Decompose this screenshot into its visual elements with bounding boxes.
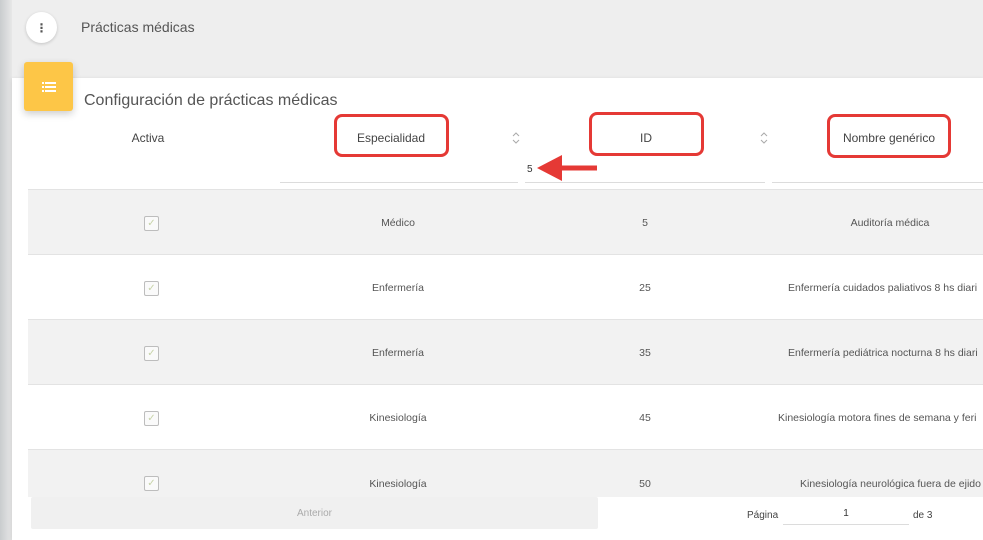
table-row[interactable]: ✓ Kinesiología 50 Kinesiología neurológi…: [28, 449, 983, 497]
cell-nombre: Enfermería pediátrica nocturna 8 hs diar…: [788, 347, 978, 359]
check-icon: ✓: [147, 218, 156, 229]
table-row[interactable]: ✓ Médico 5 Auditoría médica: [28, 189, 983, 255]
filter-especialidad-input[interactable]: [280, 182, 518, 183]
cell-especialidad: Médico: [381, 217, 415, 229]
sort-icon[interactable]: [511, 131, 521, 145]
cell-nombre: Kinesiología neurológica fuera de ejido: [800, 478, 981, 490]
active-checkbox[interactable]: ✓: [144, 476, 159, 491]
page-title: Prácticas médicas: [81, 19, 195, 35]
table-row[interactable]: ✓ Enfermería 35 Enfermería pediátrica no…: [28, 319, 983, 385]
highlight-box-nombre: [827, 114, 951, 158]
table-row[interactable]: ✓ Kinesiología 45 Kinesiología motora fi…: [28, 384, 983, 450]
cell-especialidad: Kinesiología: [369, 412, 427, 424]
active-checkbox[interactable]: ✓: [144, 281, 159, 296]
cell-especialidad: Enfermería: [372, 347, 424, 359]
list-icon: [41, 81, 56, 92]
cell-especialidad: Enfermería: [372, 282, 424, 294]
vertical-dots-icon: ⋮: [35, 20, 48, 35]
previous-page-button[interactable]: Anterior: [31, 497, 598, 529]
cell-nombre: Kinesiología motora fines de semana y fe…: [778, 412, 977, 424]
card-icon-badge: [24, 62, 73, 111]
sort-icon[interactable]: [759, 131, 769, 145]
page-number-input[interactable]: [783, 503, 909, 525]
column-header-activa[interactable]: Activa: [100, 131, 196, 145]
cell-id: 25: [639, 282, 651, 294]
card-title: Configuración de prácticas médicas: [84, 92, 338, 109]
cell-nombre: Auditoría médica: [850, 217, 930, 229]
page-total-label: de 3: [913, 510, 933, 521]
table-row[interactable]: ✓ Enfermería 25 Enfermería cuidados pali…: [28, 254, 983, 320]
cell-id: 50: [639, 478, 651, 490]
cell-id: 45: [639, 412, 651, 424]
cell-nombre: Enfermería cuidados paliativos 8 hs diar…: [788, 282, 978, 294]
check-icon: ✓: [147, 478, 156, 489]
left-edge: [0, 0, 12, 540]
cell-id: 35: [639, 347, 651, 359]
filter-nombre-input[interactable]: [772, 182, 983, 183]
menu-button[interactable]: ⋮: [26, 12, 57, 43]
cell-especialidad: Kinesiología: [369, 478, 427, 490]
red-arrow-icon: [537, 155, 597, 181]
highlight-box-especialidad: [334, 114, 449, 157]
highlight-box-id: [589, 112, 704, 156]
check-icon: ✓: [147, 283, 156, 294]
page-label: Página: [747, 510, 779, 521]
cell-id: 5: [642, 217, 648, 229]
active-checkbox[interactable]: ✓: [144, 411, 159, 426]
check-icon: ✓: [147, 413, 156, 424]
active-checkbox[interactable]: ✓: [144, 216, 159, 231]
filter-id-value: 5: [527, 164, 533, 175]
active-checkbox[interactable]: ✓: [144, 346, 159, 361]
check-icon: ✓: [147, 348, 156, 359]
